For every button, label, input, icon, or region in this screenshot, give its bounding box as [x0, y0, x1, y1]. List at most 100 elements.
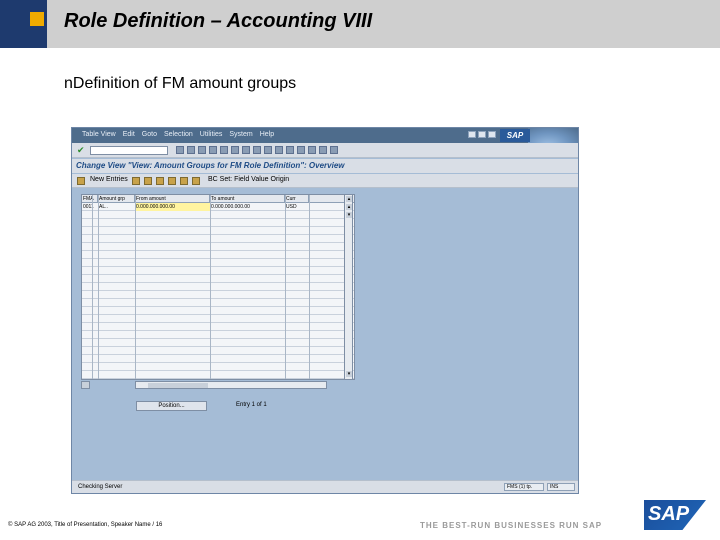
bullet-text: Definition of FM amount groups: [72, 75, 297, 92]
enter-check-icon[interactable]: ✔: [77, 145, 87, 155]
table-row-empty[interactable]: [82, 259, 354, 267]
bullet-point: nDefinition of FM amount groups: [64, 75, 296, 93]
scroll-down-icon[interactable]: ▾: [346, 371, 352, 377]
column-divider: [98, 195, 99, 379]
close-icon[interactable]: [488, 131, 496, 138]
column-header-curr[interactable]: Curr: [285, 195, 309, 203]
select-all-icon[interactable]: [168, 177, 176, 185]
column-header-from-amount[interactable]: From amount: [135, 195, 210, 203]
layout-icon[interactable]: [330, 146, 338, 154]
column-header-to-amount[interactable]: To amount: [210, 195, 285, 203]
table-row-empty[interactable]: [82, 275, 354, 283]
column-header-fma[interactable]: FMA: [82, 195, 98, 203]
standard-toolbar: ✔: [72, 143, 578, 158]
menu-utilities[interactable]: Utilities: [200, 131, 223, 138]
display-change-icon[interactable]: [77, 177, 85, 185]
table-row-empty[interactable]: [82, 315, 354, 323]
table-row-empty[interactable]: [82, 219, 354, 227]
menu-goto[interactable]: Goto: [142, 131, 157, 138]
table-row-empty[interactable]: [82, 347, 354, 355]
screen-title-bar: Change View "View: Amount Groups for FM …: [72, 159, 578, 173]
save-icon[interactable]: [176, 146, 184, 154]
cell-fma[interactable]: 0011: [82, 203, 98, 211]
first-page-icon[interactable]: [253, 146, 261, 154]
table-row-empty[interactable]: [82, 227, 354, 235]
menu-table-view[interactable]: Table View: [82, 131, 116, 138]
print-icon[interactable]: [220, 146, 228, 154]
table-row-empty[interactable]: [82, 339, 354, 347]
bc-set-field-value-origin-button[interactable]: BC Set: Field Value Origin: [208, 176, 289, 183]
menu-edit[interactable]: Edit: [123, 131, 135, 138]
cell-amount-grp[interactable]: AL..: [98, 203, 135, 211]
slide-header: Role Definition – Accounting VIII: [0, 0, 720, 48]
table-row-empty[interactable]: [82, 363, 354, 371]
footer-copyright: © SAP AG 2003, Title of Presentation, Sp…: [8, 522, 163, 528]
undo-icon[interactable]: [156, 177, 164, 185]
exit-icon[interactable]: [198, 146, 206, 154]
column-divider: [309, 195, 310, 379]
table-row-empty[interactable]: [82, 251, 354, 259]
select-block-icon[interactable]: [180, 177, 188, 185]
table-row-empty[interactable]: [82, 323, 354, 331]
orange-square-icon: [30, 12, 44, 26]
last-page-icon[interactable]: [286, 146, 294, 154]
application-toolbar: New Entries BC Set: Field Value Origin: [72, 174, 578, 188]
column-divider: [210, 195, 211, 379]
column-divider: [285, 195, 286, 379]
shortcut-icon[interactable]: [308, 146, 316, 154]
table-row-empty[interactable]: [82, 243, 354, 251]
menu-help[interactable]: Help: [260, 131, 274, 138]
cell-to-amount[interactable]: 0.000.000.000.00: [210, 203, 285, 211]
table-row-empty[interactable]: [82, 211, 354, 219]
table-row-empty[interactable]: [82, 299, 354, 307]
command-field[interactable]: [90, 146, 168, 155]
deselect-all-icon[interactable]: [192, 177, 200, 185]
horizontal-scroll-thumb[interactable]: [148, 383, 208, 388]
next-page-icon[interactable]: [275, 146, 283, 154]
page-title: Role Definition – Accounting VIII: [64, 10, 373, 32]
maximize-icon[interactable]: [478, 131, 486, 138]
bullet-marker: n: [64, 75, 73, 92]
sap-gui-window: Table View Edit Goto Selection Utilities…: [71, 127, 579, 494]
status-system-info[interactable]: FMS (1) tp.: [504, 483, 544, 491]
position-button[interactable]: Position...: [136, 401, 207, 411]
menu-selection[interactable]: Selection: [164, 131, 193, 138]
new-session-icon[interactable]: [297, 146, 305, 154]
find-next-icon[interactable]: [242, 146, 250, 154]
table-row[interactable]: 0011 AL.. 0.000.000.000.00 0.000.000.000…: [82, 203, 354, 211]
table-row-empty[interactable]: [82, 307, 354, 315]
delete-icon[interactable]: [144, 177, 152, 185]
status-message: Checking Server: [78, 484, 123, 490]
table-row-empty[interactable]: [82, 355, 354, 363]
cancel-icon[interactable]: [209, 146, 217, 154]
find-icon[interactable]: [231, 146, 239, 154]
back-icon[interactable]: [187, 146, 195, 154]
cell-from-amount[interactable]: 0.000.000.000.00: [135, 203, 210, 211]
window-controls: [468, 131, 496, 138]
table-row-empty[interactable]: [82, 283, 354, 291]
prev-page-icon[interactable]: [264, 146, 272, 154]
scroll-page-up-icon[interactable]: ▴: [346, 204, 352, 210]
minimize-icon[interactable]: [468, 131, 476, 138]
copy-icon[interactable]: [132, 177, 140, 185]
table-row-empty[interactable]: [82, 267, 354, 275]
menu-system[interactable]: System: [229, 131, 252, 138]
table-row-empty[interactable]: [82, 291, 354, 299]
table-header: FMA Amount grp From amount To amount Cur…: [82, 195, 354, 203]
vertical-scrollbar[interactable]: ▴ ▴ ▾ ▾: [344, 194, 353, 380]
scroll-page-down-icon[interactable]: ▾: [346, 212, 352, 218]
table-row-empty[interactable]: [82, 331, 354, 339]
status-bar: Checking Server FMS (1) tp. INS: [72, 480, 578, 493]
status-insert-mode[interactable]: INS: [547, 483, 575, 491]
row-selector-divider: [92, 195, 93, 379]
amount-groups-table: FMA Amount grp From amount To amount Cur…: [81, 194, 355, 380]
help-icon[interactable]: [319, 146, 327, 154]
column-header-amount-grp[interactable]: Amount grp: [98, 195, 135, 203]
select-rows-icon[interactable]: [81, 381, 90, 389]
table-row-empty[interactable]: [82, 235, 354, 243]
horizontal-scrollbar[interactable]: [135, 381, 327, 389]
table-row-empty[interactable]: [82, 371, 354, 379]
new-entries-button[interactable]: New Entries: [90, 176, 128, 183]
cell-curr[interactable]: USD: [285, 203, 309, 211]
scroll-up-icon[interactable]: ▴: [346, 196, 352, 202]
